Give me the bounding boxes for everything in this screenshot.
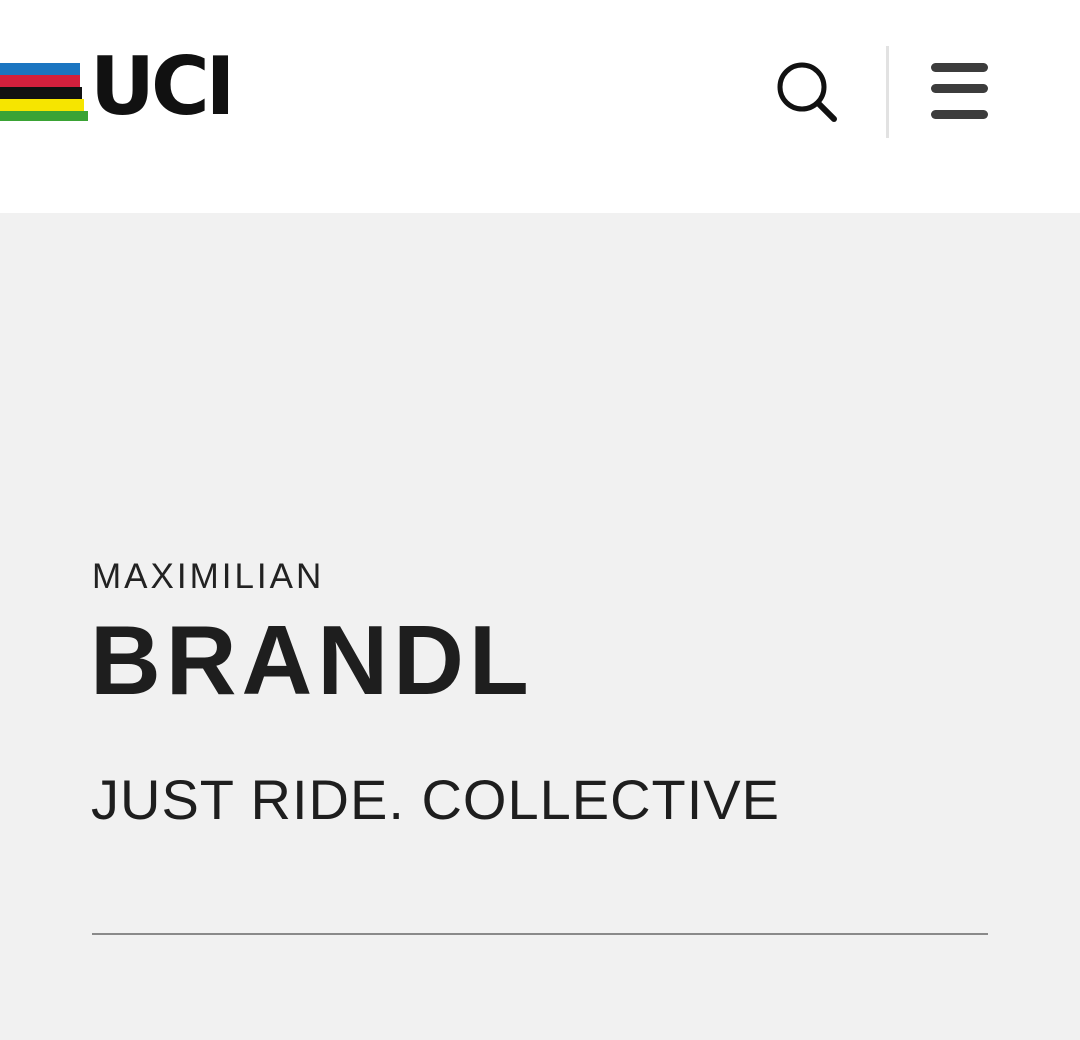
hamburger-menu-icon-bar bbox=[931, 84, 988, 93]
site-header: UCI bbox=[0, 0, 1080, 213]
hamburger-menu-icon-bar bbox=[931, 63, 988, 72]
hamburger-menu-icon-bar bbox=[931, 110, 988, 119]
rainbow-stripes-icon bbox=[0, 60, 92, 121]
logo-text: UCI bbox=[90, 40, 235, 133]
rider-last-name: BRANDL bbox=[90, 605, 534, 715]
rider-team: JUST RIDE. COLLECTIVE bbox=[91, 768, 781, 831]
search-icon bbox=[777, 62, 837, 122]
uci-logo[interactable]: UCI bbox=[0, 47, 235, 127]
header-divider bbox=[886, 46, 889, 138]
rider-first-name: MAXIMILIAN bbox=[92, 557, 325, 596]
section-divider bbox=[92, 933, 988, 935]
search-button[interactable] bbox=[770, 56, 842, 128]
menu-button[interactable] bbox=[928, 60, 990, 122]
